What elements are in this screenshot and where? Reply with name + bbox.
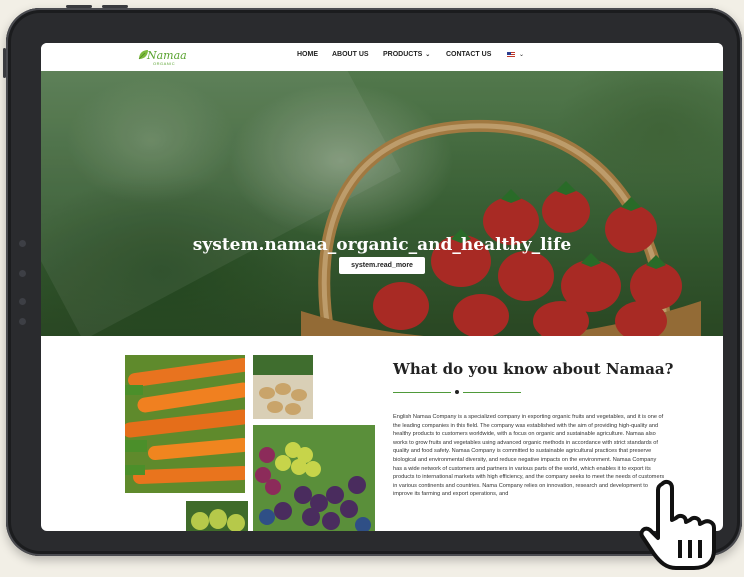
divider-right [463,392,521,393]
divider-dot [455,390,459,394]
chevron-down-icon: ⌄ [425,52,431,58]
nav-about[interactable]: ABOUT US [332,51,369,58]
nav-products-label: PRODUCTS [383,51,423,58]
about-title: What do you know about Namaa? [393,360,674,378]
chevron-down-icon: ⌄ [519,52,525,58]
camera-dot-1 [19,240,26,247]
divider-left [393,392,451,393]
grapes-image [253,425,375,531]
pears-image [186,501,248,531]
tablet-side-button [3,48,6,78]
nav-home[interactable]: HOME [297,51,318,58]
hand-pointer-cursor-icon [639,479,716,570]
potatoes-image [253,355,313,419]
tablet-top-button-2 [102,5,128,8]
about-paragraph: English Namaa Company is a specialized c… [393,414,665,498]
nav-contact[interactable]: CONTACT US [446,51,491,58]
camera-dot-2 [19,270,26,277]
hero-title: system.namaa_organic_and_healthy_life [192,235,572,255]
navbar: Namaa ORGANIC HOME ABOUT US PRODUCTS ⌄ CO… [41,43,723,71]
hero-banner: system.namaa_organic_and_healthy_life sy… [41,71,723,336]
read-more-button[interactable]: system.read_more [339,257,425,274]
logo-subtext: ORGANIC [153,61,176,66]
hero-dim-overlay [41,71,723,336]
camera-dot-3 [19,298,26,305]
tablet-frame: Namaa ORGANIC HOME ABOUT US PRODUCTS ⌄ CO… [3,5,742,556]
tablet-top-button-1 [66,5,92,8]
logo[interactable]: Namaa ORGANIC [137,48,187,68]
camera-dot-4 [19,318,26,325]
nav-products[interactable]: PRODUCTS ⌄ [383,51,430,58]
flag-icon [507,52,515,58]
language-selector[interactable]: ⌄ [507,49,527,63]
carrots-image [125,355,245,493]
website-screen: Namaa ORGANIC HOME ABOUT US PRODUCTS ⌄ CO… [41,43,723,531]
